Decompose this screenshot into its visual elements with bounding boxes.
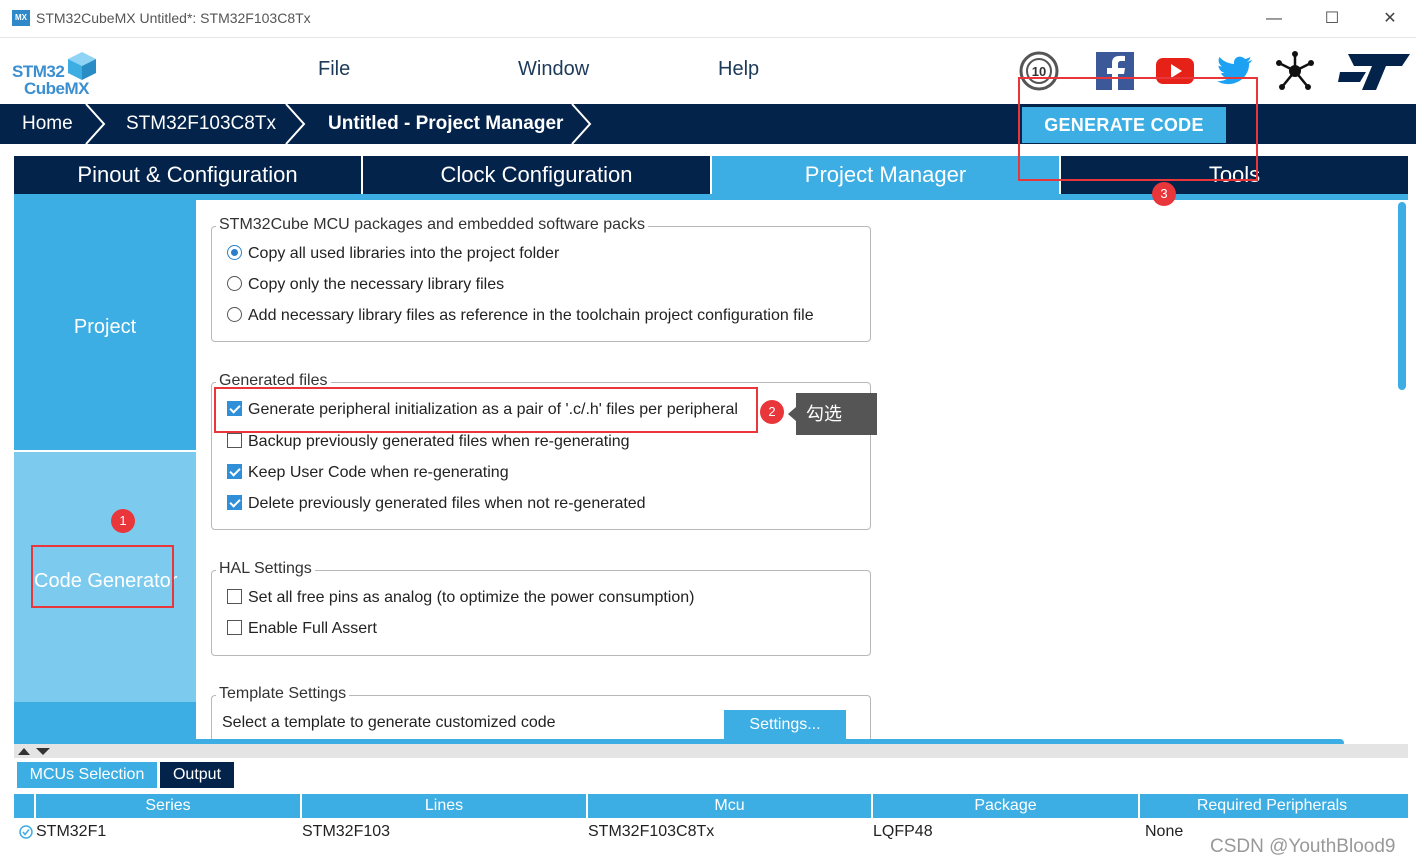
st-logo-icon[interactable] [1336,52,1412,92]
chevron-right-icon [571,104,592,144]
packs-group-legend: STM32Cube MCU packages and embedded soft… [216,216,648,234]
project-manager-panel: Project Code Generator STM32Cube MCU pac… [14,194,1408,755]
minimize-button[interactable]: — [1256,6,1292,32]
menu-file[interactable]: File [318,58,350,81]
backup-files-option[interactable]: Backup previously generated files when r… [227,433,630,451]
chevron-right-icon [85,104,106,144]
window-title: STM32CubeMX Untitled*: STM32F103C8Tx [36,10,311,26]
column-lines[interactable]: Lines [300,794,586,818]
sidenav-project-label: Project [73,316,137,338]
column-series[interactable]: Series [34,794,300,818]
cube-icon [68,52,96,80]
menu-window[interactable]: Window [518,58,589,81]
bottom-panel: MCUs Selection Output Series Lines Mcu P… [14,744,1408,854]
vertical-scrollbar[interactable] [1398,202,1406,390]
collapse-arrows-icon[interactable] [16,746,52,756]
tab-mcus-selection[interactable]: MCUs Selection [17,762,157,788]
delete-previous-files-label: Delete previously generated files when n… [248,495,646,512]
copy-all-libraries-option[interactable]: Copy all used libraries into the project… [227,245,559,263]
template-description: Select a template to generate customized… [222,714,556,731]
tab-project-manager[interactable]: Project Manager [712,156,1061,194]
keep-user-code-option[interactable]: Keep User Code when re-generating [227,464,509,482]
tab-output[interactable]: Output [160,762,234,788]
checkbox-unchecked[interactable] [227,589,242,604]
delete-previous-files-option[interactable]: Delete previously generated files when n… [227,495,646,513]
tab-clock-configuration[interactable]: Clock Configuration [363,156,712,194]
column-required-peripherals[interactable]: Required Peripherals [1138,794,1404,818]
annotation-box-code-generator [31,545,174,608]
add-as-reference-option[interactable]: Add necessary library files as reference… [227,307,814,325]
copy-necessary-files-option[interactable]: Copy only the necessary library files [227,276,504,294]
checkbox-checked[interactable] [227,495,242,510]
breadcrumb-home[interactable]: Home [22,104,73,144]
annotation-badge-2: 2 [760,400,784,424]
logo-line2: CubeMX [24,79,90,98]
annotation-box-generate [1018,77,1258,181]
column-mcu[interactable]: Mcu [586,794,871,818]
checkbox-unchecked[interactable] [227,433,242,448]
copy-all-libraries-label: Copy all used libraries into the project… [248,245,560,262]
annotation-badge-1: 1 [111,509,135,533]
hal-settings-legend: HAL Settings [216,560,315,578]
watermark: CSDN @YouthBlood9 [1210,836,1396,857]
full-assert-label: Enable Full Assert [248,620,377,637]
table-row-required-peripherals: None [1145,823,1184,840]
network-icon[interactable] [1274,50,1316,92]
keep-user-code-label: Keep User Code when re-generating [248,464,509,481]
tab-pinout-configuration[interactable]: Pinout & Configuration [14,156,363,194]
stm32cubemx-logo: STM32 CubeMX [10,46,110,98]
template-settings-button[interactable]: Settings... [724,710,846,740]
template-settings-legend: Template Settings [216,685,350,703]
copy-necessary-files-label: Copy only the necessary library files [248,276,505,293]
menu-help[interactable]: Help [718,58,759,81]
annotation-box-option [214,387,758,433]
radio-unselected[interactable] [227,307,242,322]
add-as-reference-label: Add necessary library files as reference… [248,307,814,324]
checkbox-checked[interactable] [227,464,242,479]
sidenav-project[interactable]: Project [14,200,196,452]
check-circle-icon [19,825,33,839]
breadcrumb-current: Untitled - Project Manager [328,113,564,134]
title-bar: MX STM32CubeMX Untitled*: STM32F103C8Tx … [0,0,1416,38]
table-row-mcu: STM32F103C8Tx [588,823,715,840]
breadcrumb-device[interactable]: STM32F103C8Tx [126,104,276,144]
maximize-button[interactable]: ☐ [1314,6,1350,32]
hal-settings-group: HAL Settings Set all free pins as analog… [211,560,871,656]
annotation-tooltip: 勾选 [788,393,877,435]
table-row-package: LQFP48 [873,823,933,840]
checkbox-unchecked[interactable] [227,620,242,635]
table-header: Series Lines Mcu Package Required Periph… [14,794,1408,818]
radio-selected[interactable] [227,245,242,260]
table-row-lines: STM32F103 [302,823,391,840]
close-button[interactable]: ✕ [1372,6,1408,32]
annotation-badge-3: 3 [1152,182,1176,206]
column-package[interactable]: Package [871,794,1138,818]
full-assert-option[interactable]: Enable Full Assert [227,620,377,638]
chevron-right-icon [285,104,306,144]
packs-group: STM32Cube MCU packages and embedded soft… [211,216,871,342]
backup-files-label: Backup previously generated files when r… [248,433,630,450]
free-pins-analog-label: Set all free pins as analog (to optimize… [248,589,695,606]
radio-unselected[interactable] [227,276,242,291]
side-navigation: Project Code Generator [14,200,196,750]
table-row-series: STM32F1 [36,823,107,840]
free-pins-analog-option[interactable]: Set all free pins as analog (to optimize… [227,589,694,607]
app-icon: MX [12,10,30,26]
panel-splitter[interactable] [14,744,1408,758]
